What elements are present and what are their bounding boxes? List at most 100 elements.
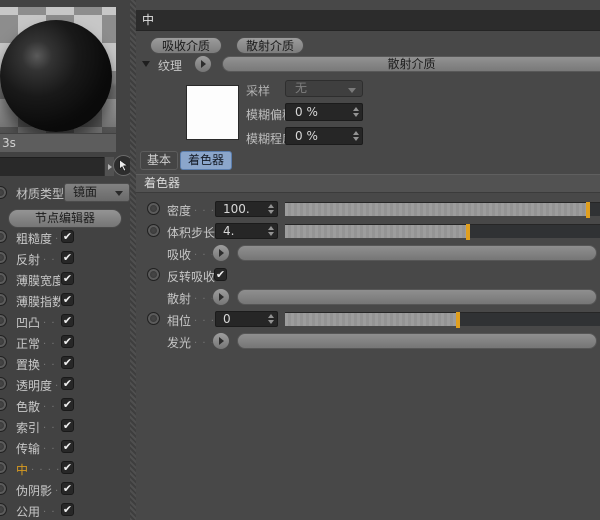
param-radio[interactable] bbox=[147, 224, 160, 237]
texture-slot-button[interactable] bbox=[237, 289, 597, 305]
channel-row-dispersion[interactable]: 色散. . .✔ bbox=[0, 395, 130, 416]
spinner-arrows-icon[interactable] bbox=[268, 226, 274, 236]
channel-row-fake-shadow[interactable]: 伪阴影. .✔ bbox=[0, 479, 130, 500]
param-value: 4. bbox=[223, 224, 235, 238]
param-radio[interactable] bbox=[147, 312, 160, 325]
slider-fill bbox=[285, 313, 458, 326]
channel-row-displacement[interactable]: 置换. . .✔ bbox=[0, 353, 130, 374]
channel-radio[interactable] bbox=[0, 314, 7, 327]
param-value-input[interactable]: 0 bbox=[215, 311, 278, 327]
channel-checkbox[interactable]: ✔ bbox=[61, 314, 74, 327]
channel-list: 粗糙度. .✔反射. . .✔薄膜宽度✔薄膜指数✔凹凸. . .✔正常. . .… bbox=[0, 227, 130, 520]
channel-row-medium[interactable]: 中. . . . .✔ bbox=[0, 458, 130, 479]
channel-checkbox[interactable]: ✔ bbox=[61, 251, 74, 264]
material-type-radio[interactable] bbox=[0, 186, 7, 199]
channel-row-bump[interactable]: 凹凸. . .✔ bbox=[0, 311, 130, 332]
channel-radio[interactable] bbox=[0, 377, 7, 390]
channel-radio[interactable] bbox=[0, 461, 7, 474]
channel-row-common[interactable]: 公用. . .✔ bbox=[0, 500, 130, 520]
texture-slot-button[interactable]: 散射介质 bbox=[222, 56, 600, 72]
param-radio[interactable] bbox=[147, 268, 160, 281]
material-type-dropdown[interactable]: 镜面 bbox=[64, 183, 130, 202]
channel-checkbox[interactable]: ✔ bbox=[61, 293, 74, 306]
channel-checkbox[interactable]: ✔ bbox=[61, 377, 74, 390]
leader-dots: . . . bbox=[43, 441, 60, 452]
sampling-dropdown[interactable]: 无 bbox=[285, 80, 363, 97]
channel-checkbox[interactable]: ✔ bbox=[61, 356, 74, 369]
channel-row-normal[interactable]: 正常. . .✔ bbox=[0, 332, 130, 353]
panel-header: 中 bbox=[136, 10, 600, 31]
texture-expand-button[interactable] bbox=[212, 288, 230, 306]
texture-expand-button[interactable] bbox=[194, 55, 212, 73]
leader-dots: . . . bbox=[43, 336, 60, 347]
param-value: 0 bbox=[223, 312, 231, 326]
channel-checkbox[interactable]: ✔ bbox=[61, 230, 74, 243]
channel-radio[interactable] bbox=[0, 503, 7, 516]
channel-radio[interactable] bbox=[0, 230, 7, 243]
channel-row-index[interactable]: 索引. . .✔ bbox=[0, 416, 130, 437]
channel-radio[interactable] bbox=[0, 356, 7, 369]
texture-slot-button[interactable] bbox=[237, 333, 597, 349]
channel-radio[interactable] bbox=[0, 419, 7, 432]
texture-slot-button[interactable] bbox=[237, 245, 597, 261]
slider-handle[interactable] bbox=[586, 202, 591, 218]
param-radio[interactable] bbox=[147, 202, 160, 215]
slider-handle[interactable] bbox=[455, 312, 460, 328]
tab-shader[interactable]: 着色器 bbox=[180, 151, 232, 170]
channel-row-roughness[interactable]: 粗糙度. .✔ bbox=[0, 227, 130, 248]
param-value-input[interactable]: 4. bbox=[215, 223, 278, 239]
channel-radio[interactable] bbox=[0, 251, 7, 264]
spinner-arrows-icon[interactable] bbox=[268, 314, 274, 324]
tab-basic[interactable]: 基本 bbox=[140, 151, 179, 170]
channel-checkbox[interactable]: ✔ bbox=[61, 461, 74, 474]
param-checkbox[interactable]: ✔ bbox=[214, 268, 227, 281]
channel-checkbox[interactable]: ✔ bbox=[61, 398, 74, 411]
channel-checkbox[interactable]: ✔ bbox=[61, 419, 74, 432]
param-slider[interactable] bbox=[285, 224, 600, 240]
channel-radio[interactable] bbox=[0, 482, 7, 495]
channel-row-film-width[interactable]: 薄膜宽度 ✔ bbox=[0, 269, 130, 290]
node-editor-button[interactable]: 节点编辑器 bbox=[8, 209, 122, 228]
channel-radio[interactable] bbox=[0, 293, 7, 306]
texture-thumbnail[interactable] bbox=[186, 85, 239, 140]
blur-offset-input[interactable]: 0 % bbox=[285, 103, 363, 121]
scattering-medium-button[interactable]: 散射介质 bbox=[236, 37, 304, 54]
spinner-arrows-icon[interactable] bbox=[353, 131, 359, 141]
right-triangle-icon bbox=[107, 163, 112, 170]
spinner-arrows-icon[interactable] bbox=[353, 107, 359, 117]
channel-label: 薄膜指数 bbox=[16, 295, 60, 309]
channel-radio[interactable] bbox=[0, 272, 7, 285]
channel-row-transmission[interactable]: 传输. . .✔ bbox=[0, 437, 130, 458]
material-name-field[interactable] bbox=[0, 157, 104, 176]
param-slider[interactable] bbox=[285, 202, 600, 218]
material-preview[interactable] bbox=[0, 7, 116, 133]
spinner-arrows-icon[interactable] bbox=[268, 204, 274, 214]
right-triangle-icon bbox=[219, 249, 224, 257]
absorption-medium-button[interactable]: 吸收介质 bbox=[150, 37, 222, 54]
channel-checkbox[interactable]: ✔ bbox=[61, 335, 74, 348]
param-value-input[interactable]: 100. bbox=[215, 201, 278, 217]
cursor-arrow-icon bbox=[119, 159, 129, 172]
panel-header-title: 中 bbox=[142, 13, 155, 27]
slider-handle[interactable] bbox=[466, 224, 470, 240]
channel-row-film-index[interactable]: 薄膜指数 ✔ bbox=[0, 290, 130, 311]
channel-radio[interactable] bbox=[0, 398, 7, 411]
channel-checkbox[interactable]: ✔ bbox=[61, 482, 74, 495]
texture-expand-button[interactable] bbox=[212, 332, 230, 350]
collapse-caret-icon[interactable] bbox=[142, 61, 150, 67]
channel-radio[interactable] bbox=[0, 440, 7, 453]
channel-checkbox[interactable]: ✔ bbox=[61, 272, 74, 285]
channel-row-transparency[interactable]: 透明度. .✔ bbox=[0, 374, 130, 395]
param-slider[interactable] bbox=[285, 312, 600, 328]
channel-label: 置换 bbox=[16, 358, 41, 372]
leader-dots: . . bbox=[55, 231, 60, 242]
channel-checkbox[interactable]: ✔ bbox=[61, 503, 74, 516]
blur-strength-input[interactable]: 0 % bbox=[285, 127, 363, 145]
channel-checkbox[interactable]: ✔ bbox=[61, 440, 74, 453]
material-type-row: 材质类型 镜面 bbox=[0, 183, 130, 203]
texture-expand-button[interactable] bbox=[212, 244, 230, 262]
blur-strength-value: 0 % bbox=[295, 129, 318, 143]
channel-label: 传输 bbox=[16, 442, 41, 456]
channel-radio[interactable] bbox=[0, 335, 7, 348]
channel-row-reflection[interactable]: 反射. . .✔ bbox=[0, 248, 130, 269]
